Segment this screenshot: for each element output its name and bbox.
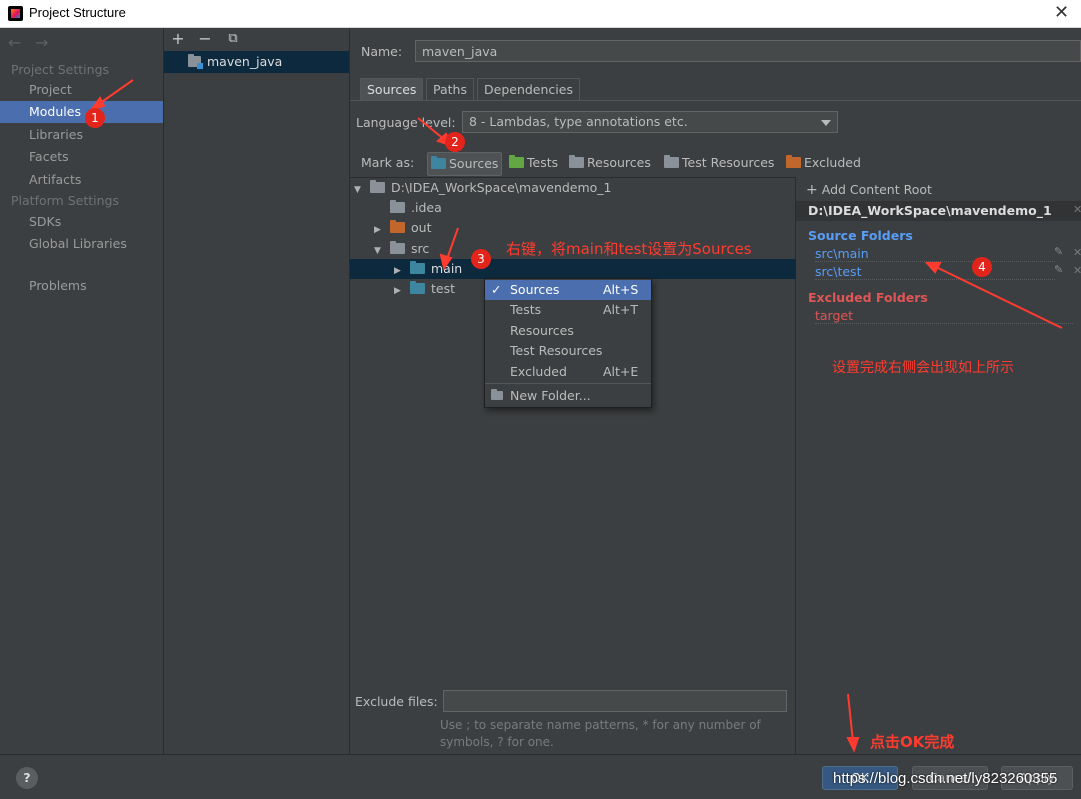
step-badge-4: 4 bbox=[972, 257, 992, 277]
note-right-click: 右键，将main和test设置为Sources bbox=[506, 240, 752, 258]
arrow-2 bbox=[417, 117, 446, 141]
arrow-4 bbox=[933, 265, 1063, 329]
note-result: 设置完成右侧会出现如上所示 bbox=[832, 360, 1014, 376]
note-click-ok: 点击OK完成 bbox=[870, 733, 955, 751]
arrow-ok bbox=[847, 693, 854, 743]
arrow-3-head bbox=[439, 253, 453, 271]
annotation-arrows bbox=[89, 79, 1063, 753]
step-badge-2: 2 bbox=[445, 132, 465, 152]
arrow-4-head bbox=[924, 262, 942, 274]
step-badge-1: 1 bbox=[85, 108, 105, 128]
arrow-ok-head bbox=[846, 737, 860, 753]
step-badge-3: 3 bbox=[471, 249, 491, 269]
